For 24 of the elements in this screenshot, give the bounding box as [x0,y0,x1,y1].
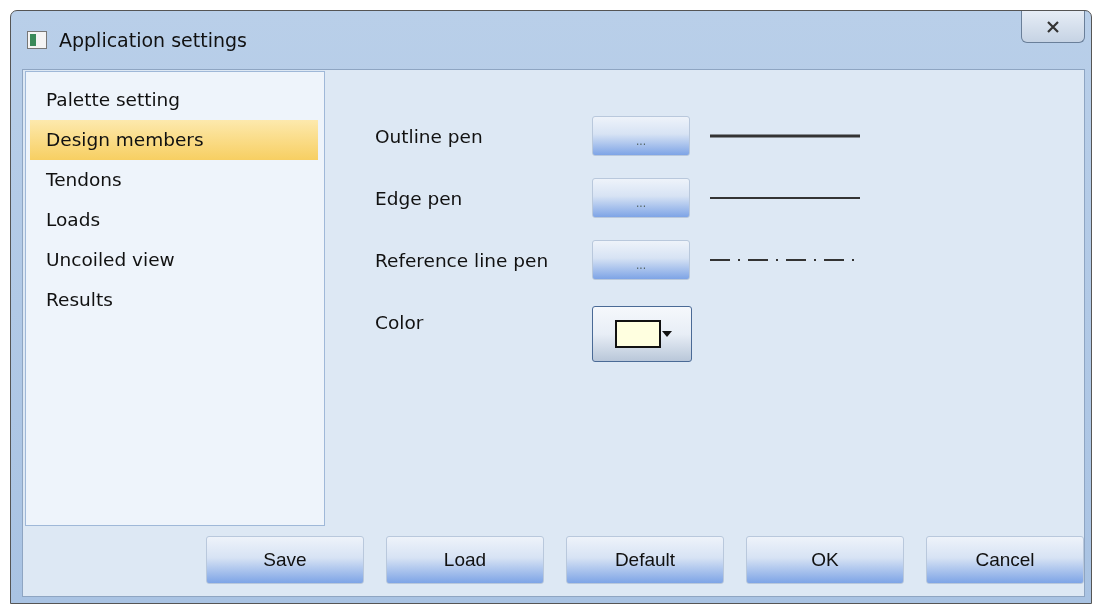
category-item[interactable]: Palette setting [30,80,318,120]
category-item[interactable]: Uncoiled view [30,240,318,280]
caret-icon [661,331,672,337]
window-title: Application settings [59,29,247,51]
pen-button[interactable]: ... [592,178,690,218]
dialog-button[interactable]: OK [746,536,904,584]
dialog-button[interactable]: Save [206,536,364,584]
dialog-button[interactable]: Cancel [926,536,1084,584]
close-icon [1046,20,1060,33]
app-icon [27,31,47,49]
category-item[interactable]: Tendons [30,160,318,200]
category-item[interactable]: Loads [30,200,318,240]
setting-label: Color [375,311,425,333]
category-item[interactable]: Design members [30,120,318,160]
setting-label: Outline pen [375,125,484,147]
setting-label: Reference line pen [375,249,550,271]
close-button[interactable] [1021,11,1085,43]
pen-button[interactable]: ... [592,240,690,280]
category-item[interactable]: Results [30,280,318,320]
setting-label: Edge pen [375,187,464,209]
dialog-button[interactable]: Load [386,536,544,584]
color-picker[interactable] [592,306,692,362]
pen-button[interactable]: ... [592,116,690,156]
dialog-button[interactable]: Default [566,536,724,584]
